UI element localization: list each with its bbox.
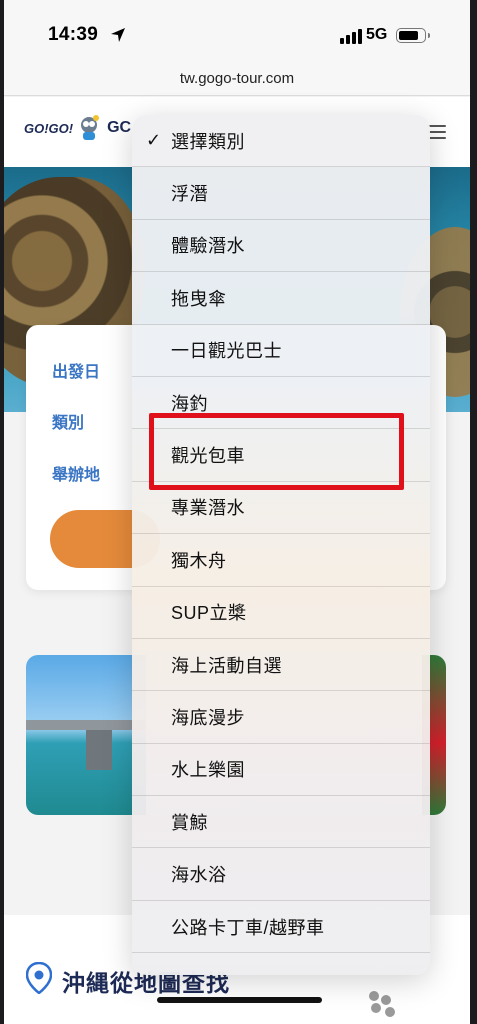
option-label: 拖曳傘	[171, 288, 227, 309]
dots-icon	[369, 991, 395, 1017]
option-label: 選擇類別	[171, 131, 245, 152]
option-label: 體驗潛水	[171, 236, 245, 257]
dropdown-option[interactable]: 海水浴	[132, 848, 430, 901]
option-label: 海底漫步	[171, 707, 245, 728]
option-label: 賞鯨	[171, 812, 208, 833]
home-indicator[interactable]	[157, 997, 322, 1003]
location-arrow-icon	[111, 28, 125, 42]
dropdown-option[interactable]: SUP立槳	[132, 587, 430, 639]
site-logo[interactable]: GO!GO! GC	[24, 114, 131, 142]
phone-screen: 14:39 5G tw.gogo-tour.com GO!GO! GC 出發日 …	[4, 0, 470, 1024]
dropdown-option[interactable]: …	[132, 953, 430, 975]
option-label: 海釣	[171, 393, 208, 414]
highlight-box	[149, 413, 404, 490]
dropdown-option-selected[interactable]: ✓ 選擇類別	[132, 115, 430, 168]
network-type: 5G	[366, 26, 388, 43]
checkmark-icon: ✓	[146, 129, 162, 150]
dropdown-option[interactable]: 獨木舟	[132, 534, 430, 587]
dropdown-option[interactable]: 浮潛	[132, 167, 430, 220]
dropdown-option[interactable]: 體驗潛水	[132, 220, 430, 273]
map-pin-icon	[26, 962, 52, 994]
status-time: 14:39	[48, 24, 99, 45]
category-dropdown[interactable]: ✓ 選擇類別 浮潛 體驗潛水 拖曳傘 一日觀光巴士 海釣 觀光包車 專業潛水 獨…	[132, 115, 430, 975]
field-label-location: 舉辦地	[52, 467, 101, 484]
option-label: 海水浴	[171, 865, 227, 886]
logo-text: GO!GO!	[24, 120, 74, 136]
dropdown-option[interactable]: 拖曳傘	[132, 272, 430, 325]
mascot-icon	[81, 115, 100, 140]
bridge-deck	[26, 720, 146, 730]
option-label: 水上樂園	[171, 760, 245, 781]
url-bar[interactable]: tw.gogo-tour.com	[4, 62, 470, 96]
option-label: 專業潛水	[171, 498, 245, 519]
option-label: …	[171, 969, 190, 975]
option-label: 海上活動自選	[171, 655, 282, 676]
dropdown-option[interactable]: 一日觀光巴士	[132, 325, 430, 377]
option-label: 浮潛	[171, 184, 208, 205]
option-label: 獨木舟	[171, 550, 227, 571]
field-label-category: 類別	[52, 415, 85, 432]
signal-icon	[340, 28, 362, 44]
option-label: 公路卡丁車/越野車	[171, 917, 325, 938]
dropdown-option[interactable]: 賞鯨	[132, 796, 430, 849]
brand-name: GC	[107, 119, 132, 136]
battery-icon	[396, 28, 430, 43]
bridge-pillar	[86, 730, 112, 770]
dropdown-option[interactable]: 海底漫步	[132, 691, 430, 744]
hamburger-menu-icon[interactable]	[428, 125, 446, 139]
field-label-date: 出發日	[52, 364, 101, 381]
url-text: tw.gogo-tour.com	[179, 70, 295, 87]
status-bar: 14:39 5G	[4, 0, 470, 62]
dropdown-option[interactable]: 海上活動自選	[132, 639, 430, 692]
option-label: 一日觀光巴士	[171, 341, 282, 362]
dropdown-option[interactable]: 公路卡丁車/越野車	[132, 901, 430, 954]
dropdown-option[interactable]: 水上樂園	[132, 744, 430, 797]
option-label: SUP立槳	[171, 603, 247, 624]
